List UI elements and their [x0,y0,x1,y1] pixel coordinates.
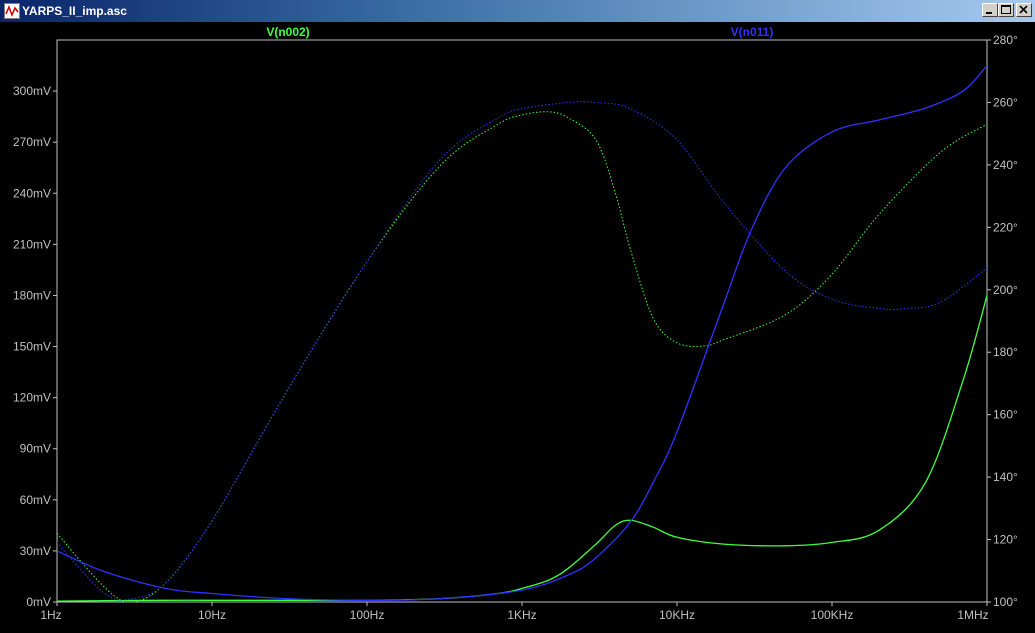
ltspice-waveform-icon [4,3,20,19]
y-tick-label: 0mV [26,595,51,609]
maximize-icon [1001,5,1011,14]
minimize-icon [986,12,992,14]
axes [53,39,991,606]
bode-plot[interactable]: 1Hz 10Hz 100Hz 1KHz 10KHz 100KHz 1MHz 0mV 30mV 60… [0,22,1035,633]
close-button[interactable] [1016,3,1032,17]
x-tick-label: 100Hz [350,608,385,622]
y2-tick-label: 260° [993,95,1018,109]
waveform-window: YARPS_II_imp.asc 1Hz 10Hz 100Hz 1KHz 10KHz 10… [0,0,1035,633]
y2-tick-label: 280° [993,33,1018,47]
x-tick-label: 100KHz [811,608,854,622]
y-tick-label: 180mV [13,288,51,302]
series-v-n002-phase-line [57,111,987,602]
y-tick-label: 120mV [13,391,51,405]
y-tick-label: 60mV [20,493,51,507]
series-v-n011-phase-line [57,101,987,601]
y-tick-label: 300mV [13,84,51,98]
x-tick-label: 10Hz [198,608,226,622]
y2-tick-label: 100° [993,595,1018,609]
maximize-button[interactable] [998,3,1014,17]
y2-tick-label: 240° [993,158,1018,172]
y-tick-label: 270mV [13,135,51,149]
x-tick-label: 1Hz [40,608,61,622]
minimize-button[interactable] [982,3,998,17]
y2-tick-label: 180° [993,345,1018,359]
legend-v-n011[interactable]: V(n011) [731,25,774,39]
series-traces [57,65,987,602]
window-title: YARPS_II_imp.asc [22,4,127,18]
close-icon [1019,5,1028,14]
y2-tick-label: 140° [993,470,1018,484]
y-tick-label: 240mV [13,186,51,200]
legend-v-n002[interactable]: V(n002) [266,25,309,39]
x-tick-label: 10KHz [659,608,695,622]
legend: V(n002) V(n011) [266,25,773,39]
series-v-n011-magnitude-line [57,65,987,601]
y-tick-label: 30mV [20,544,51,558]
plot-border [56,39,988,603]
series-v-n002-magnitude-line [57,295,987,602]
plot-area[interactable]: 1Hz 10Hz 100Hz 1KHz 10KHz 100KHz 1MHz 0mV 30mV 60… [0,22,1035,633]
x-tick-label: 1KHz [507,608,536,622]
y-tick-label: 210mV [13,237,51,251]
y-tick-label: 150mV [13,340,51,354]
tick-labels: 1Hz 10Hz 100Hz 1KHz 10KHz 100KHz 1MHz 0mV 30mV 60… [13,33,1018,622]
y-tick-label: 90mV [20,442,51,456]
y2-tick-label: 220° [993,220,1018,234]
x-tick-label: 1MHz [957,608,988,622]
title-bar[interactable]: YARPS_II_imp.asc [0,0,1035,22]
y2-tick-label: 160° [993,408,1018,422]
y2-tick-label: 120° [993,533,1018,547]
y2-tick-label: 200° [993,283,1018,297]
